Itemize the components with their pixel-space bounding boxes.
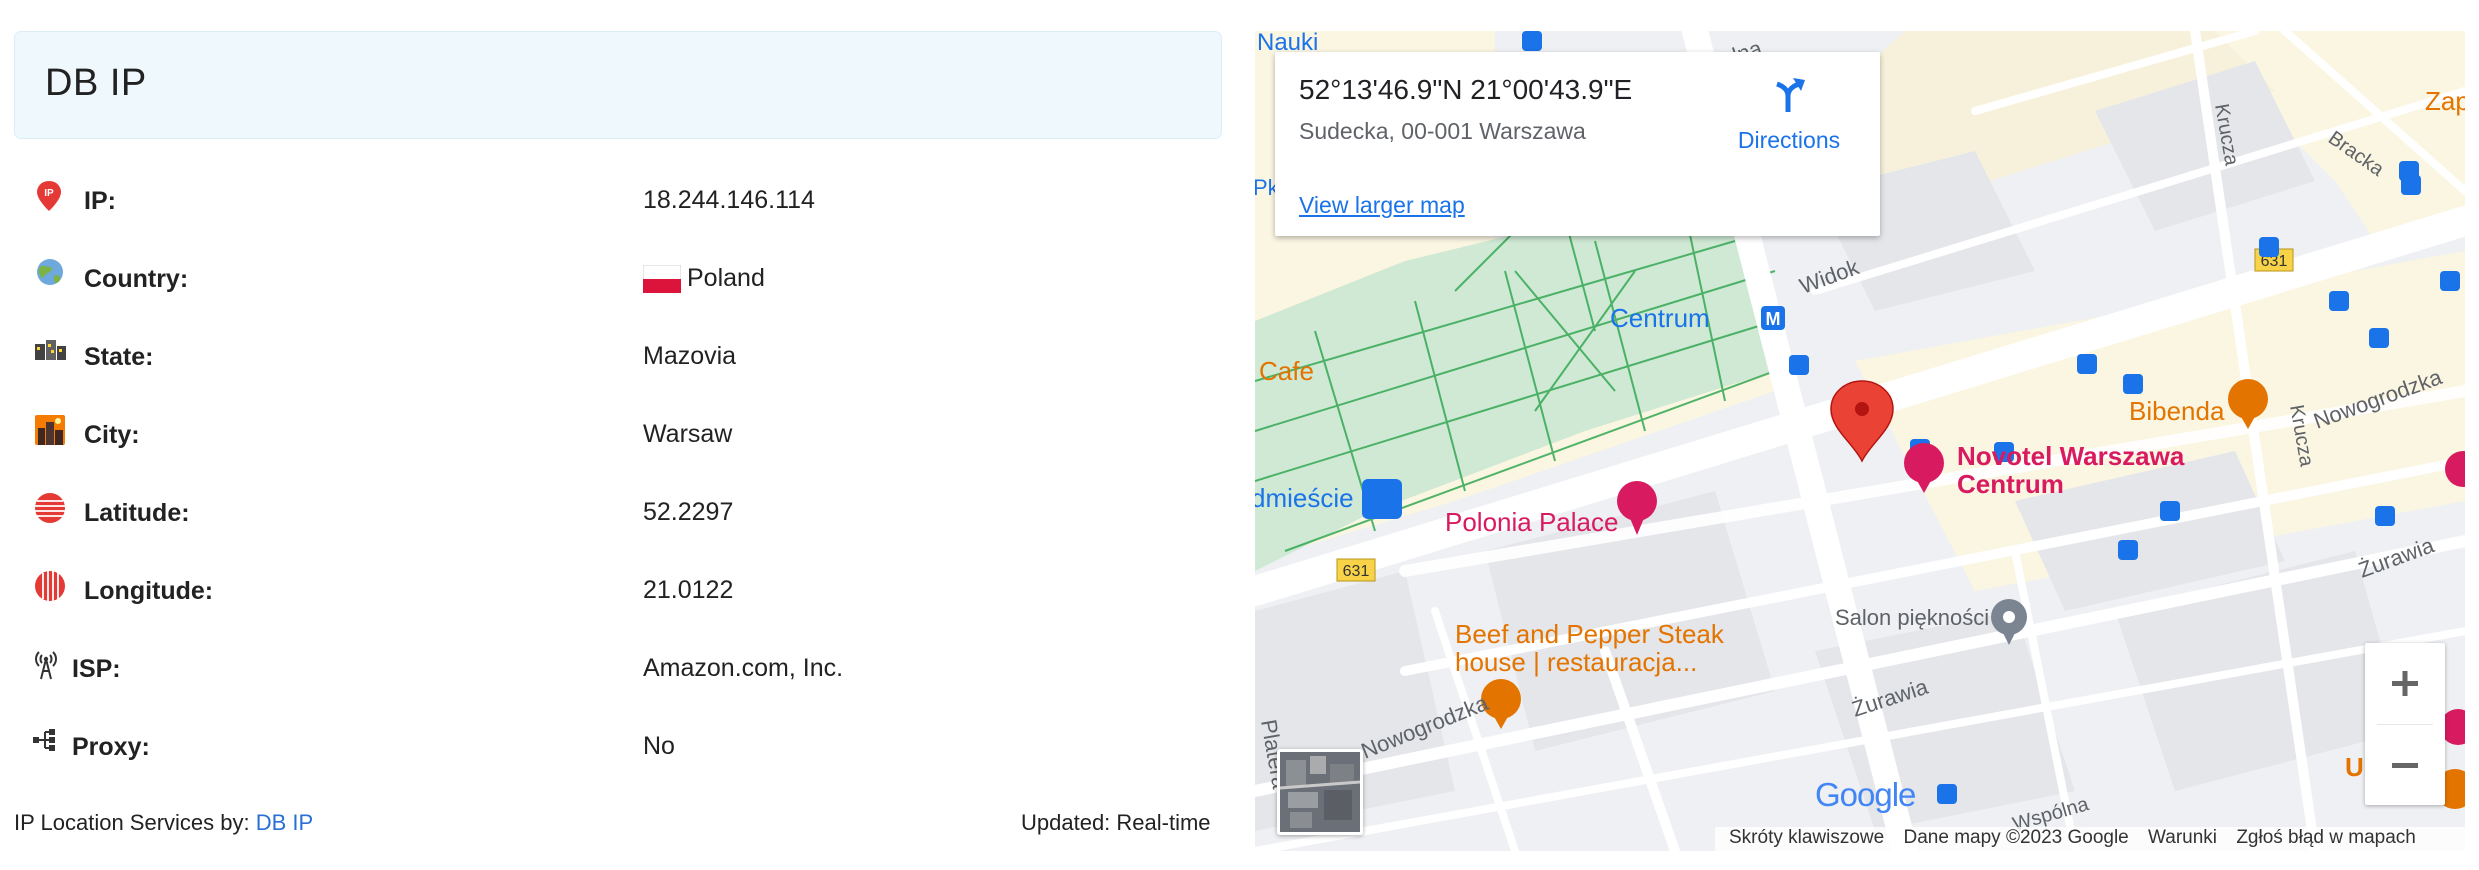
map-label: house | restauracja...: [1455, 647, 1697, 677]
credit-footer: IP Location Services by: DB IP: [14, 810, 313, 836]
place-info-card: 52°13'46.9"N 21°00'43.9"E Sudecka, 00-00…: [1275, 52, 1880, 236]
info-label: Latitude:: [84, 499, 190, 527]
map-label: Bibenda: [2129, 396, 2225, 426]
map-label: Novotel Warszawa: [1957, 441, 2185, 471]
zoom-controls: [2365, 643, 2445, 805]
info-row-isp: ISP: Amazon.com, Inc.: [34, 648, 1224, 708]
page-title: DB IP: [45, 62, 147, 104]
map-attribution-bar: Skróty klawiszowe Dane mapy ©2023 Google…: [1715, 827, 2465, 851]
info-row-country: Country: Poland: [34, 258, 1224, 318]
info-label: Longitude:: [84, 577, 214, 605]
map-label: Zapie: [2425, 86, 2465, 116]
info-value: Mazovia: [643, 342, 737, 370]
info-value: 21.0122: [643, 576, 734, 604]
map-label: Centrum: [1957, 469, 2064, 499]
info-row-city: City: Warsaw: [34, 414, 1224, 474]
google-logo: Google: [1815, 776, 1916, 814]
ip-info-panel: DB IP IP IP: 18.244.146.114 Country: Pol…: [0, 0, 1240, 870]
metro-icon: M: [1761, 306, 1785, 330]
map-label: Centrum: [1610, 303, 1710, 333]
info-label: IP:: [84, 187, 116, 215]
plus-icon: [2392, 671, 2418, 696]
google-map[interactable]: 631 631 M Nauki Krucza Bracka Zap Widok …: [1255, 31, 2465, 851]
credit-prefix: IP Location Services by:: [14, 810, 250, 835]
antenna-icon: [35, 651, 57, 680]
zoom-in-button[interactable]: [2365, 643, 2445, 723]
directions-label: Directions: [1737, 127, 1841, 153]
info-row-ip: IP IP: 18.244.146.114: [34, 180, 1224, 240]
info-label: City:: [84, 421, 140, 449]
globe-icon: [37, 259, 63, 285]
report-error-link[interactable]: Zgłoś błąd w mapach: [2236, 827, 2416, 848]
terms-link[interactable]: Warunki: [2148, 827, 2217, 848]
ip-pin-icon: IP: [37, 181, 61, 211]
satellite-layer-toggle[interactable]: [1277, 749, 1363, 835]
info-label: State:: [84, 343, 154, 371]
city-icon: [35, 415, 65, 445]
latitude-icon: [35, 493, 65, 523]
google-wordmark: Google: [1815, 776, 1916, 813]
longitude-icon: [35, 571, 65, 601]
db-ip-link[interactable]: DB IP: [256, 810, 313, 835]
map-label: Salon piękności: [1835, 605, 1989, 630]
view-larger-map-link[interactable]: View larger map: [1299, 192, 1465, 219]
map-data-text: Dane mapy ©2023 Google: [1903, 827, 2129, 848]
info-row-longitude: Longitude: 21.0122: [34, 570, 1224, 630]
country-name: Poland: [687, 264, 765, 292]
info-label: Proxy:: [72, 733, 150, 761]
info-value: Amazon.com, Inc.: [643, 654, 844, 682]
poland-flag-icon: [643, 264, 681, 293]
satellite-thumbnail-icon: [1280, 752, 1360, 832]
svg-text:M: M: [1766, 309, 1781, 329]
svg-text:IP: IP: [44, 188, 54, 199]
zoom-out-button[interactable]: [2365, 725, 2445, 805]
map-label: dmieście: [1255, 483, 1354, 513]
info-row-proxy: Proxy: No: [33, 726, 1224, 786]
minus-icon: [2392, 763, 2418, 768]
info-row-state: State: Mazovia: [34, 336, 1224, 396]
state-buildings-icon: [35, 340, 66, 360]
info-value-country: Poland: [643, 264, 765, 293]
map-label: Polonia Palace: [1445, 507, 1618, 537]
coordinates-text: 52°13'46.9"N 21°00'43.9"E: [1299, 74, 1633, 105]
info-value: No: [643, 732, 675, 760]
updated-status: Updated: Real-time: [1021, 810, 1211, 835]
info-row-latitude: Latitude: 52.2297: [34, 492, 1224, 552]
info-value: 52.2297: [643, 498, 734, 526]
directions-icon: [1776, 78, 1805, 112]
card-header: DB IP: [14, 31, 1222, 139]
keyboard-shortcuts-link[interactable]: Skróty klawiszowe: [1729, 827, 1884, 848]
address-text: Sudecka, 00-001 Warszawa: [1299, 118, 1586, 144]
directions-button[interactable]: Directions: [1719, 74, 1859, 164]
info-value: Warsaw: [643, 420, 733, 448]
map-label: Cafe: [1259, 356, 1314, 386]
map-label: Beef and Pepper Steak: [1455, 619, 1725, 649]
route-number: 631: [1343, 563, 1370, 580]
info-label: ISP:: [72, 655, 121, 683]
proxy-icon: [33, 729, 55, 751]
info-value: 18.244.146.114: [643, 186, 815, 214]
info-label: Country:: [84, 265, 189, 293]
